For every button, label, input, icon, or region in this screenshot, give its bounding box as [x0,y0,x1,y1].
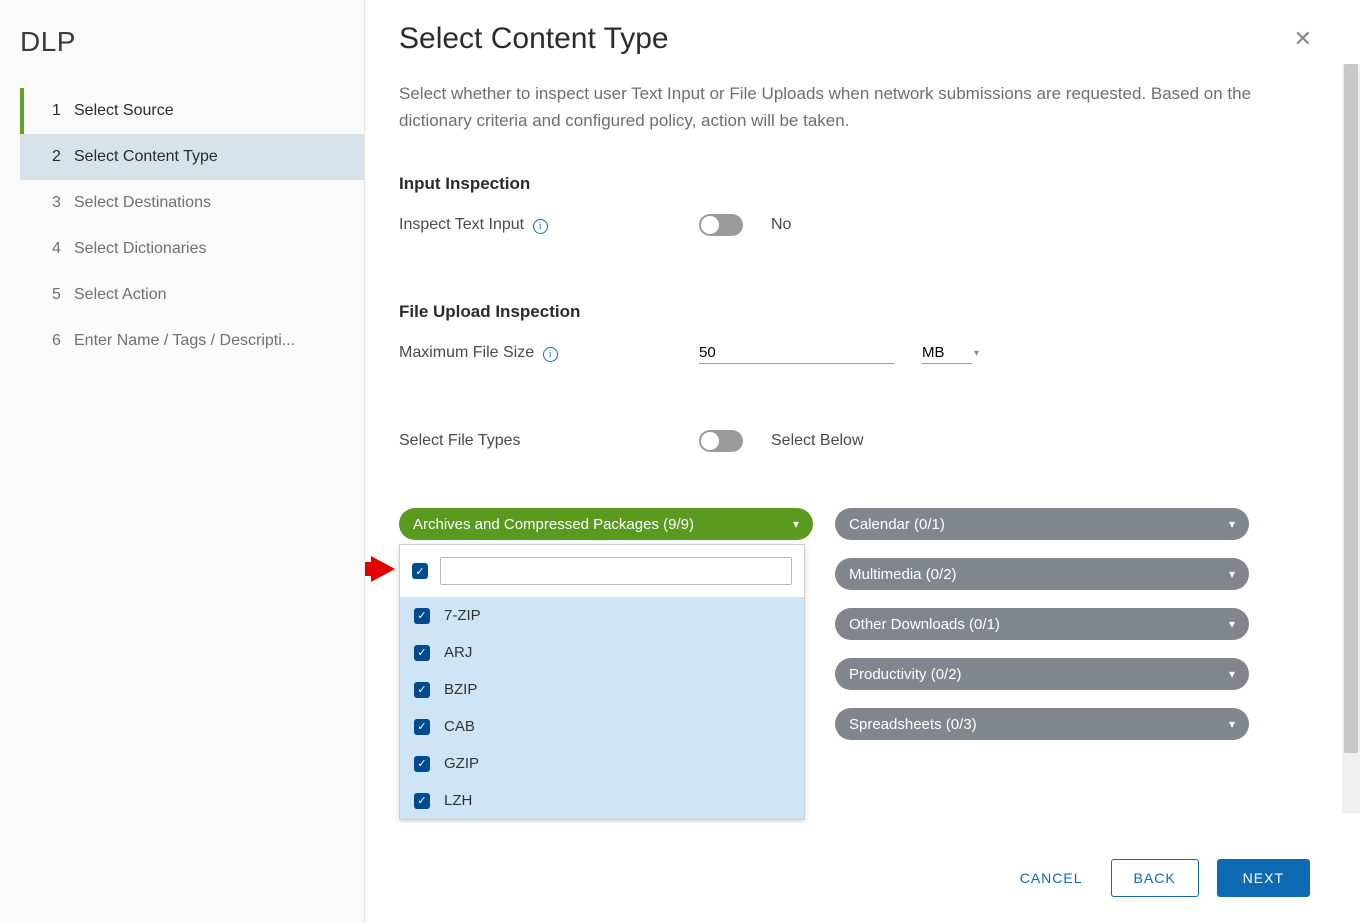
info-icon[interactable]: i [533,219,548,234]
item-label: BZIP [444,681,477,698]
inspect-text-label: Inspect Text Input i [399,216,699,234]
max-file-size-row: Maximum File Size i MB ▾ [399,342,1302,364]
pill-label: Spreadsheets (0/3) [849,716,977,733]
dropdown-list[interactable]: ✓ 7-ZIP ✓ ARJ ✓ BZIP ✓ C [400,597,804,819]
checkbox[interactable]: ✓ [414,682,430,698]
step-label: Select Source [74,102,174,120]
page-title: Select Content Type [399,22,1360,56]
step-enter-name[interactable]: 6 Enter Name / Tags / Descripti... [20,318,364,364]
archives-dropdown: ✓ ✓ 7-ZIP ✓ ARJ ✓ [399,544,805,820]
chevron-down-icon: ▾ [1229,517,1235,531]
checkbox[interactable]: ✓ [414,756,430,772]
dropdown-item-bzip[interactable]: ✓ BZIP [400,671,804,708]
file-upload-heading: File Upload Inspection [399,302,1302,322]
close-icon: ✕ [1294,26,1312,51]
pill-multimedia[interactable]: Multimedia (0/2) ▾ [835,558,1249,590]
dropdown-header: ✓ [400,545,804,597]
step-label: Select Destinations [74,194,211,212]
select-file-types-value: Select Below [771,432,864,450]
scrollbar-thumb[interactable] [1344,64,1358,753]
step-number: 3 [52,194,74,212]
chevron-down-icon: ▾ [1229,667,1235,681]
sidebar: DLP 1 Select Source 2 Select Content Typ… [0,0,365,923]
select-file-types-row: Select File Types Select Below [399,430,1302,452]
step-label: Select Action [74,286,167,304]
checkbox[interactable]: ✓ [414,645,430,661]
chevron-down-icon: ▾ [1229,567,1235,581]
dropdown-item-arj[interactable]: ✓ ARJ [400,634,804,671]
item-label: ARJ [444,644,472,661]
step-label: Select Content Type [74,148,218,166]
step-label: Select Dictionaries [74,240,207,258]
select-all-checkbox[interactable]: ✓ [412,563,428,579]
pill-label: Calendar (0/1) [849,516,945,533]
step-number: 2 [52,148,74,166]
info-icon[interactable]: i [543,347,558,362]
step-select-action[interactable]: 5 Select Action [20,272,364,318]
item-label: 7-ZIP [444,607,481,624]
select-file-types-toggle[interactable] [699,430,743,452]
step-label: Enter Name / Tags / Descripti... [74,332,295,350]
inspect-text-row: Inspect Text Input i No [399,214,1302,236]
inspect-text-value: No [771,216,791,234]
pill-spreadsheets[interactable]: Spreadsheets (0/3) ▾ [835,708,1249,740]
page-description: Select whether to inspect user Text Inpu… [399,80,1279,134]
chevron-down-icon: ▾ [1229,617,1235,631]
dropdown-search-input[interactable] [440,557,792,585]
pill-label: Multimedia (0/2) [849,566,957,583]
max-file-size-label-text: Maximum File Size [399,344,534,361]
item-label: LZH [444,792,472,809]
pill-archives[interactable]: Archives and Compressed Packages (9/9) ▾ [399,508,813,540]
step-select-content-type[interactable]: 2 Select Content Type [20,134,364,180]
back-button[interactable]: BACK [1111,859,1199,897]
pill-calendar[interactable]: Calendar (0/1) ▾ [835,508,1249,540]
step-select-dictionaries[interactable]: 4 Select Dictionaries [20,226,364,272]
chevron-down-icon: ▾ [793,517,799,531]
file-type-left-column: Archives and Compressed Packages (9/9) ▾… [399,508,813,540]
inspect-text-label-text: Inspect Text Input [399,216,524,233]
content-scroll[interactable]: Select whether to inspect user Text Inpu… [365,70,1336,823]
step-number: 1 [52,102,74,120]
pill-other-downloads[interactable]: Other Downloads (0/1) ▾ [835,608,1249,640]
inspect-text-toggle[interactable] [699,214,743,236]
sidebar-title: DLP [20,26,364,58]
max-file-size-input[interactable] [699,342,894,364]
close-button[interactable]: ✕ [1294,26,1312,52]
chevron-down-icon: ▾ [1229,717,1235,731]
checkbox[interactable]: ✓ [414,793,430,809]
step-select-destinations[interactable]: 3 Select Destinations [20,180,364,226]
dropdown-item-gzip[interactable]: ✓ GZIP [400,745,804,782]
step-number: 6 [52,332,74,350]
max-file-size-label: Maximum File Size i [399,344,699,362]
dropdown-item-lzh[interactable]: ✓ LZH [400,782,804,819]
select-file-types-label: Select File Types [399,432,699,450]
annotation-arrow-icon [365,556,395,587]
unit-select[interactable]: MB ▾ [894,342,979,364]
next-button[interactable]: NEXT [1217,859,1310,897]
chevron-down-icon: ▾ [974,348,979,359]
step-number: 4 [52,240,74,258]
step-number: 5 [52,286,74,304]
input-inspection-heading: Input Inspection [399,174,1302,194]
pill-label: Other Downloads (0/1) [849,616,1000,633]
unit-value: MB [922,342,972,364]
dropdown-item-cab[interactable]: ✓ CAB [400,708,804,745]
main-panel: Select Content Type ✕ Select whether to … [365,0,1360,923]
dropdown-item-7zip[interactable]: ✓ 7-ZIP [400,597,804,634]
footer: CANCEL BACK NEXT [365,833,1360,923]
checkbox[interactable]: ✓ [414,608,430,624]
item-label: GZIP [444,755,479,772]
pill-productivity[interactable]: Productivity (0/2) ▾ [835,658,1249,690]
scrollbar[interactable] [1342,64,1360,813]
pill-label: Archives and Compressed Packages (9/9) [413,516,694,533]
pill-label: Productivity (0/2) [849,666,962,683]
checkbox[interactable]: ✓ [414,719,430,735]
file-type-right-column: Calendar (0/1) ▾ Multimedia (0/2) ▾ Othe… [835,508,1249,740]
cancel-button[interactable]: CANCEL [1010,862,1093,894]
step-select-source[interactable]: 1 Select Source [20,88,364,134]
item-label: CAB [444,718,475,735]
file-type-groups: Archives and Compressed Packages (9/9) ▾… [399,508,1302,540]
